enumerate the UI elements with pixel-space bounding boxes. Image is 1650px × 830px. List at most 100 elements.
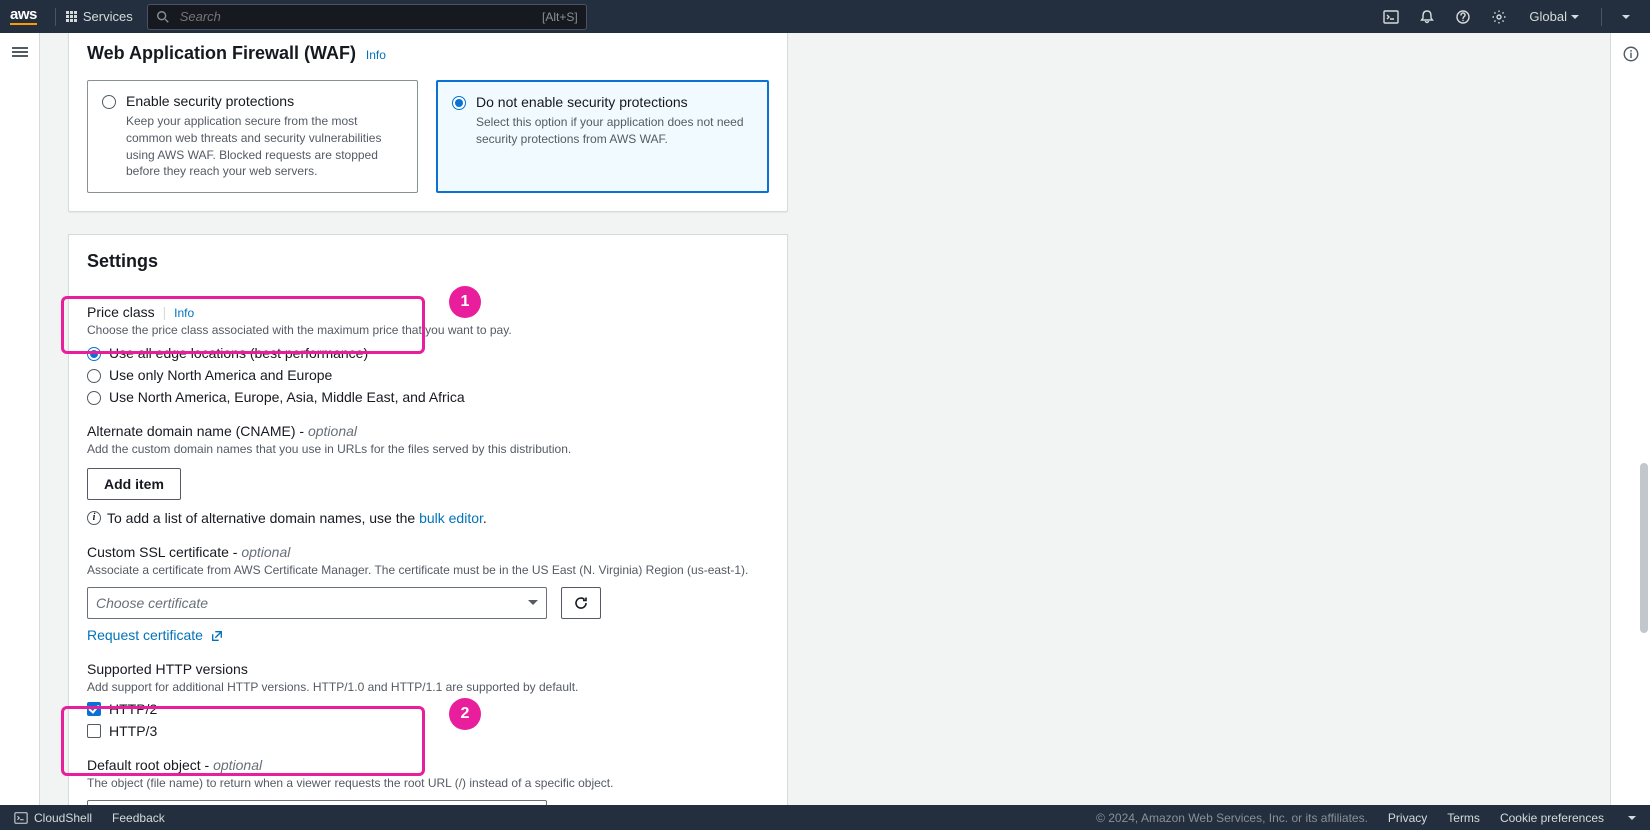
cname-label: Alternate domain name (CNAME) -: [87, 423, 308, 439]
refresh-button[interactable]: [561, 587, 601, 619]
cname-note-pre: To add a list of alternative domain name…: [107, 510, 419, 526]
caret-down-icon: [1622, 15, 1630, 19]
settings-title: Settings: [87, 251, 158, 272]
waf-enable-option[interactable]: Enable security protections Keep your ap…: [87, 80, 418, 193]
services-label: Services: [83, 9, 133, 24]
cname-note: i To add a list of alternative domain na…: [87, 510, 769, 526]
price-class-label: Price class: [87, 304, 155, 320]
settings-panel: Settings 1 Price class | Info Choose the…: [68, 234, 788, 805]
ssl-cert-select[interactable]: Choose certificate: [87, 587, 547, 619]
search-input[interactable]: [178, 8, 534, 25]
feedback-label: Feedback: [112, 811, 165, 825]
ssl-optional: optional: [241, 544, 290, 560]
caret-down-icon: [528, 600, 538, 605]
ssl-label: Custom SSL certificate -: [87, 544, 241, 560]
radio-icon: [87, 369, 101, 383]
http-desc: Add support for additional HTTP versions…: [87, 679, 769, 696]
cloudshell-link[interactable]: CloudShell: [14, 811, 92, 825]
http2-label: HTTP/2: [109, 701, 157, 717]
info-icon: i: [87, 511, 101, 525]
notifications-icon[interactable]: [1409, 0, 1445, 33]
price-class-opt-na-eu-label: Use only North America and Europe: [109, 367, 332, 383]
price-class-opt-all[interactable]: Use all edge locations (best performance…: [87, 345, 769, 361]
content: Web Application Firewall (WAF) Info Enab…: [68, 33, 788, 805]
terms-link[interactable]: Terms: [1447, 811, 1480, 825]
grid-icon: [66, 11, 77, 22]
services-menu[interactable]: Services: [66, 9, 133, 24]
cname-desc: Add the custom domain names that you use…: [87, 441, 769, 458]
ssl-cert-placeholder: Choose certificate: [96, 595, 208, 611]
waf-disable-option[interactable]: Do not enable security protections Selec…: [436, 80, 769, 193]
request-cert-link[interactable]: Request certificate: [87, 627, 223, 643]
scrollbar[interactable]: [1636, 33, 1650, 805]
ssl-field: Custom SSL certificate - optional Associ…: [87, 544, 769, 643]
caret-down-icon: [1571, 15, 1579, 19]
http-label: Supported HTTP versions: [87, 661, 769, 677]
caret-down-icon: [1628, 816, 1636, 820]
help-icon[interactable]: [1445, 0, 1481, 33]
price-class-opt-multi-label: Use North America, Europe, Asia, Middle …: [109, 389, 465, 405]
waf-options: Enable security protections Keep your ap…: [87, 80, 769, 193]
radio-icon: [102, 95, 116, 109]
nav-right: Global: [1373, 0, 1640, 33]
cookie-link[interactable]: Cookie preferences: [1500, 811, 1604, 825]
price-class-info[interactable]: Info: [174, 306, 194, 320]
ssl-desc: Associate a certificate from AWS Certifi…: [87, 562, 769, 579]
waf-enable-desc: Keep your application secure from the mo…: [126, 113, 403, 180]
copyright: © 2024, Amazon Web Services, Inc. or its…: [1096, 811, 1368, 825]
price-class-opt-multi[interactable]: Use North America, Europe, Asia, Middle …: [87, 389, 769, 405]
search-icon: [156, 10, 170, 24]
account-menu[interactable]: [1612, 0, 1640, 33]
waf-title: Web Application Firewall (WAF): [87, 43, 356, 64]
radio-icon: [87, 347, 101, 361]
privacy-link[interactable]: Privacy: [1388, 811, 1427, 825]
price-class-opt-all-label: Use all edge locations (best performance…: [109, 345, 368, 361]
app-shell: Web Application Firewall (WAF) Info Enab…: [0, 33, 1650, 805]
aws-logo[interactable]: aws: [10, 8, 37, 25]
checkbox-icon: [87, 724, 101, 738]
search-box[interactable]: [Alt+S]: [147, 4, 587, 30]
checkbox-icon: [87, 702, 101, 716]
external-icon: [211, 630, 223, 642]
cname-optional: optional: [308, 423, 357, 439]
left-rail: [0, 33, 40, 805]
scrollbar-thumb[interactable]: [1640, 463, 1648, 633]
root-optional: optional: [213, 757, 262, 773]
root-object-field: Default root object - optional The objec…: [87, 757, 769, 805]
waf-disable-title: Do not enable security protections: [476, 94, 753, 110]
waf-header: Web Application Firewall (WAF) Info: [69, 33, 787, 70]
cname-field: Alternate domain name (CNAME) - optional…: [87, 423, 769, 526]
price-class-field: Price class | Info Choose the price clas…: [87, 304, 769, 405]
bulk-editor-link[interactable]: bulk editor: [419, 510, 483, 526]
region-label: Global: [1529, 9, 1567, 24]
add-item-button[interactable]: Add item: [87, 468, 181, 500]
cloudshell-label: CloudShell: [34, 811, 92, 825]
http3-label: HTTP/3: [109, 723, 157, 739]
settings-icon[interactable]: [1481, 0, 1517, 33]
top-nav: aws Services [Alt+S] Global: [0, 0, 1650, 33]
search-hint: [Alt+S]: [542, 10, 578, 24]
nav-divider: [1601, 8, 1602, 26]
price-class-opt-na-eu[interactable]: Use only North America and Europe: [87, 367, 769, 383]
radio-icon: [452, 96, 466, 110]
waf-enable-title: Enable security protections: [126, 93, 403, 109]
refresh-icon: [573, 595, 589, 611]
cloudshell-icon: [14, 811, 28, 825]
cname-note-post: .: [483, 510, 487, 526]
radio-icon: [87, 391, 101, 405]
http-field: Supported HTTP versions Add support for …: [87, 661, 769, 740]
content-scroll[interactable]: Web Application Firewall (WAF) Info Enab…: [40, 33, 1610, 805]
nav-divider: [55, 8, 56, 26]
footer: CloudShell Feedback © 2024, Amazon Web S…: [0, 805, 1650, 830]
price-class-desc: Choose the price class associated with t…: [87, 322, 769, 339]
menu-toggle[interactable]: [12, 45, 28, 59]
http3-checkbox[interactable]: HTTP/3: [87, 723, 769, 739]
http2-checkbox[interactable]: HTTP/2: [87, 701, 769, 717]
region-selector[interactable]: Global: [1517, 9, 1591, 24]
root-label: Default root object -: [87, 757, 213, 773]
cloudshell-icon[interactable]: [1373, 0, 1409, 33]
waf-panel: Web Application Firewall (WAF) Info Enab…: [68, 33, 788, 212]
waf-info-link[interactable]: Info: [366, 48, 386, 62]
feedback-link[interactable]: Feedback: [112, 811, 165, 825]
waf-disable-desc: Select this option if your application d…: [476, 114, 753, 148]
